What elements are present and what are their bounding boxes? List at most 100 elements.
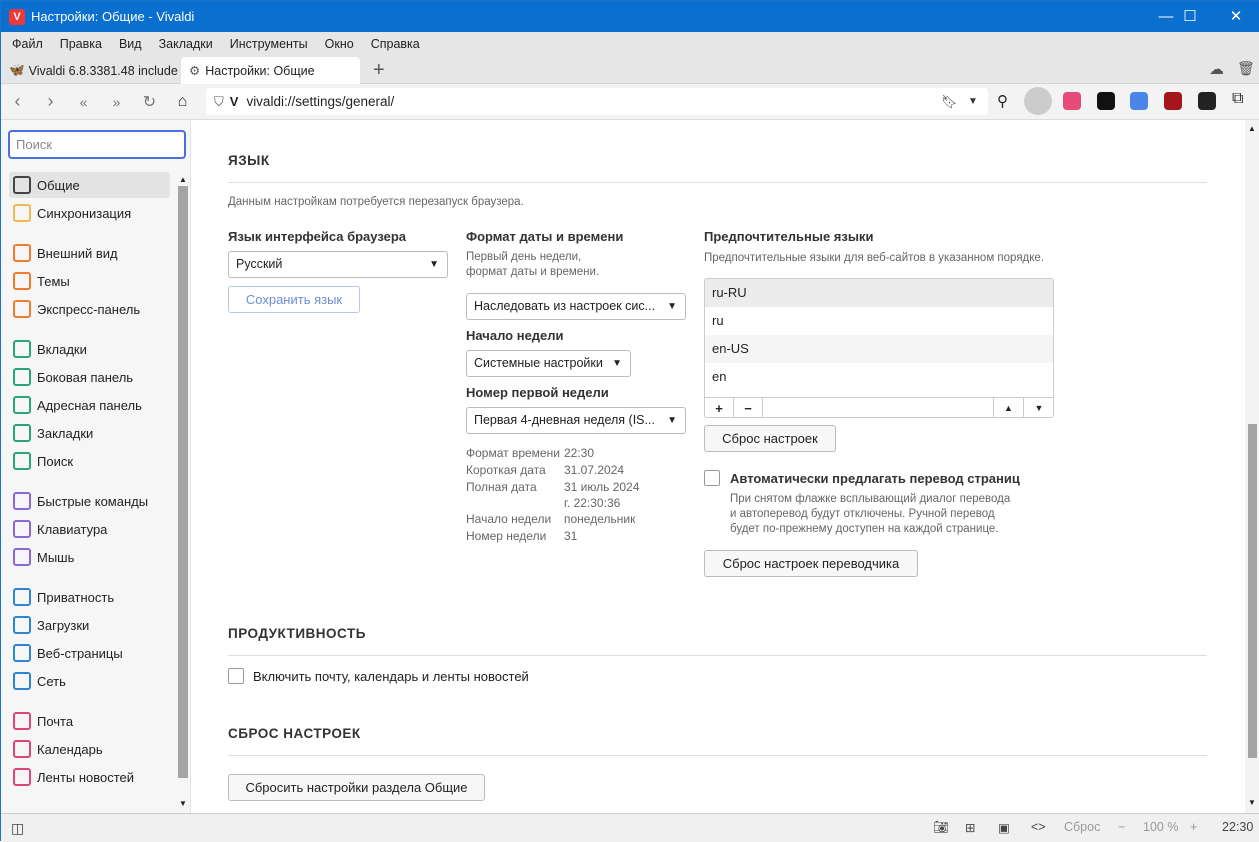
scrollbar-thumb[interactable] [1248, 424, 1257, 758]
panel-toggle-icon[interactable]: ◫ [11, 820, 24, 837]
sidebar-item[interactable]: Боковая панель [9, 364, 170, 390]
trash-icon[interactable]: 🗑 [1237, 60, 1255, 77]
remove-language-button[interactable]: − [734, 398, 763, 417]
sidebar-item[interactable]: Ленты новостей [9, 764, 170, 790]
sidebar-item[interactable]: Приватность [9, 584, 170, 610]
save-language-button[interactable]: Сохранить язык [228, 286, 360, 313]
camera-icon[interactable]: 📷︎ [933, 820, 949, 835]
add-language-button[interactable]: + [705, 398, 734, 417]
search-icon[interactable]: ⚲ [997, 92, 1008, 110]
scroll-up-icon[interactable]: ▲ [179, 175, 187, 184]
cloud-sync-icon[interactable]: ☁ [1209, 60, 1224, 78]
zoom-reset-button[interactable]: Сброс [1064, 820, 1100, 834]
move-up-button[interactable]: ▲ [993, 398, 1023, 417]
url-field[interactable]: ⛉ V vivaldi://settings/general/ 🔖︎ ▼ [206, 88, 988, 115]
sidebar-item[interactable]: Адресная панель [9, 392, 170, 418]
reset-general-button[interactable]: Сбросить настройки раздела Общие [228, 774, 485, 801]
reset-translator-button[interactable]: Сброс настроек переводчика [704, 550, 918, 577]
menu-view[interactable]: Вид [119, 37, 142, 51]
sidebar-item[interactable]: Вкладки [9, 336, 170, 362]
ui-language-select[interactable]: Русский ▼ [228, 251, 448, 278]
language-item[interactable]: ru [705, 307, 1053, 335]
close-button[interactable]: ✕ [1213, 1, 1259, 32]
sidebar-item-label: Мышь [37, 549, 75, 565]
maximize-button[interactable]: ☐ [1167, 1, 1213, 32]
menu-edit[interactable]: Правка [60, 37, 102, 51]
extension-star-icon[interactable] [1063, 92, 1081, 110]
sidebar-item[interactable]: Загрузки [9, 612, 170, 638]
language-item[interactable]: en [705, 363, 1053, 391]
menu-tools[interactable]: Инструменты [230, 37, 308, 51]
sidebar-item-icon [13, 244, 31, 262]
chevron-down-icon: ▼ [667, 415, 677, 426]
sidebar-item[interactable]: Экспресс-панель [9, 296, 170, 322]
settings-search-input[interactable]: Поиск [8, 130, 186, 159]
fast-forward-button[interactable]: » [100, 94, 133, 110]
sidebar-item[interactable]: Закладки [9, 420, 170, 446]
rewind-button[interactable]: « [67, 94, 100, 110]
back-button[interactable]: ‹ [1, 91, 34, 112]
sidebar-item[interactable]: Мышь [9, 544, 170, 570]
first-week-select[interactable]: Первая 4-дневная неделя (IS... ▼ [466, 407, 686, 434]
datetime-format-select[interactable]: Наследовать из настроек сис... ▼ [466, 293, 686, 320]
translate-hint: будет по-прежнему доступен на каждой стр… [730, 523, 999, 535]
sidebar-scrollbar[interactable] [178, 186, 188, 778]
content-scrollbar[interactable]: ▲ ▼ [1245, 120, 1259, 813]
extensions-puzzle-icon[interactable]: ⧉ [1232, 90, 1243, 108]
preview-key: Номер недели [466, 529, 547, 543]
sidebar-item[interactable]: Почта [9, 708, 170, 734]
sidebar-item-label: Боковая панель [37, 369, 134, 385]
tab-vivaldi-release[interactable]: 🦋 Vivaldi 6.8.3381.48 include s [1, 57, 181, 84]
language-item[interactable]: ru-RU [705, 279, 1053, 307]
google-translate-icon[interactable] [1130, 92, 1148, 110]
bookmark-icon[interactable]: 🔖︎ [941, 94, 958, 110]
language-item[interactable]: en-US [705, 335, 1053, 363]
shield-icon[interactable]: ⛉ [214, 94, 224, 110]
address-bar: ‹ › « » ↻ ⌂ ⛉ V vivaldi://settings/gener… [1, 84, 1259, 120]
week-start-select[interactable]: Системные настройки ▼ [466, 350, 631, 377]
sidebar-item[interactable]: Темы [9, 268, 170, 294]
sidebar-item[interactable]: Сеть [9, 668, 170, 694]
sidebar-item[interactable]: Быстрые команды [9, 488, 170, 514]
move-down-button[interactable]: ▼ [1023, 398, 1053, 417]
auto-translate-checkbox[interactable] [704, 470, 720, 486]
sidebar-item[interactable]: Веб-страницы [9, 640, 170, 666]
scroll-down-icon[interactable]: ▼ [179, 799, 187, 808]
scroll-down-icon[interactable]: ▼ [1248, 798, 1256, 807]
menu-file[interactable]: Файл [12, 37, 43, 51]
menu-bookmarks[interactable]: Закладки [159, 37, 213, 51]
sidebar-item[interactable]: Синхронизация [9, 200, 170, 226]
datetime-hint: формат даты и времени. [466, 266, 600, 278]
sidebar-item[interactable]: Поиск [9, 448, 170, 474]
zoom-in-button[interactable]: + [1190, 820, 1197, 834]
sidebar-item[interactable]: Календарь [9, 736, 170, 762]
extension-glasses-icon[interactable] [1097, 92, 1115, 110]
new-tab-button[interactable]: + [365, 57, 385, 84]
menu-window[interactable]: Окно [325, 37, 354, 51]
sidebar-item-icon [13, 644, 31, 662]
code-icon[interactable]: <> [1031, 820, 1046, 834]
ublock-origin-icon[interactable] [1164, 92, 1182, 110]
productivity-checkbox[interactable] [228, 668, 244, 684]
profile-avatar[interactable] [1024, 87, 1052, 115]
reload-button[interactable]: ↻ [133, 92, 166, 112]
settings-content: ЯЗЫК Данным настройкам потребуется перез… [192, 120, 1245, 813]
scroll-up-icon[interactable]: ▲ [1248, 124, 1256, 133]
sidebar-item[interactable]: Общие [9, 172, 170, 198]
reset-languages-button[interactable]: Сброс настроек [704, 425, 836, 452]
sidebar-item[interactable]: Клавиатура [9, 516, 170, 542]
sidebar-item[interactable]: Внешний вид [9, 240, 170, 266]
menu-help[interactable]: Справка [371, 37, 420, 51]
chevron-down-icon: ▼ [429, 259, 439, 270]
tab-settings[interactable]: ⚙ Настройки: Общие [181, 57, 360, 84]
tile-icon[interactable]: ⊞ [965, 820, 975, 835]
image-extension-icon[interactable] [1198, 92, 1216, 110]
sidebar-item-label: Клавиатура [37, 521, 108, 537]
dropdown-icon[interactable]: ▼ [968, 96, 978, 107]
forward-button[interactable]: › [34, 91, 67, 112]
preferred-languages-hint: Предпочтительные языки для веб-сайтов в … [704, 252, 1045, 264]
image-icon[interactable]: ▣ [998, 820, 1010, 835]
chevron-down-icon: ▼ [612, 358, 622, 369]
home-button[interactable]: ⌂ [166, 93, 199, 111]
zoom-out-button[interactable]: − [1118, 820, 1125, 834]
